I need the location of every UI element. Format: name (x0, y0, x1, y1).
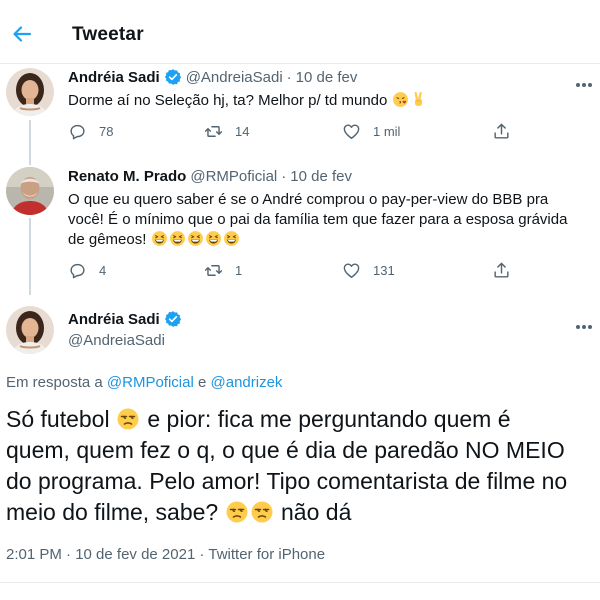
username[interactable]: @AndreiaSadi (186, 69, 283, 86)
verified-badge-icon (164, 310, 182, 328)
tweet-text-line: meio do filme, sabe? não dá (6, 497, 591, 528)
share-icon (492, 122, 511, 141)
like-count: 1 mil (373, 124, 401, 139)
grinning-squinting-face-emoji (169, 230, 186, 247)
username[interactable]: @RMPoficial (190, 168, 277, 185)
tweet-text-content: Só futebol (6, 406, 110, 432)
tweet-text-line: você! É o mínimo que o pai da família te… (68, 211, 568, 228)
like-count: 131 (373, 263, 395, 278)
avatar-image (6, 306, 54, 354)
arrow-left-icon[interactable] (10, 22, 34, 46)
mention-link[interactable]: @RMPoficial (107, 374, 194, 391)
reply-count: 78 (99, 124, 114, 139)
thread-line (29, 120, 31, 165)
share-button[interactable] (492, 261, 511, 280)
reply-icon (68, 261, 87, 280)
tweet-text-line: do programa. Pelo amor! Tipo comentarist… (6, 468, 568, 494)
divider (0, 582, 600, 583)
reply-context: Em resposta a @RMPoficial e @andrizek (6, 374, 282, 391)
mention-link[interactable]: @andrizek (211, 374, 283, 391)
avatar-image (6, 167, 54, 215)
tweet-text-line: O que eu quero saber é se o André compro… (68, 191, 549, 208)
avatar[interactable] (6, 306, 54, 354)
reply-conjunction: e (197, 374, 207, 391)
main-tweet-text: Só futebol e pior: fica me perguntando q… (6, 404, 591, 528)
grinning-squinting-face-emoji (223, 230, 240, 247)
tweet-subheader: @AndreiaSadi (68, 332, 165, 349)
tweet-text-line: Só futebol e pior: fica me perguntando q… (6, 404, 591, 435)
tweet-text: O que eu quero saber é se o André compro… (68, 190, 588, 250)
retweet-button[interactable]: 14 (204, 122, 342, 141)
reply-button[interactable]: 4 (68, 261, 204, 280)
display-name[interactable]: Andréia Sadi (68, 311, 160, 328)
grinning-squinting-face-emoji (151, 230, 168, 247)
tweet-text-content: e pior: fica me perguntando quem é (147, 406, 511, 432)
like-button[interactable]: 1 mil (342, 122, 492, 141)
tweet-text-line: de gêmeos! (68, 230, 588, 250)
more-options-icon[interactable] (576, 74, 598, 87)
separator-dot: · (281, 168, 287, 185)
kissing-face-emoji (392, 91, 409, 108)
tweet-actions: 78 14 1 mil (68, 122, 511, 141)
reply-prefix: Em resposta a (6, 374, 103, 391)
reply-count: 4 (99, 263, 107, 278)
tweet-text-content: não dá (281, 499, 352, 525)
tweet-text-line: quem, quem fez o q, o que é dia de pared… (6, 437, 565, 463)
share-icon (492, 261, 511, 280)
display-name[interactable]: Renato M. Prado (68, 168, 186, 185)
grinning-squinting-face-emoji (205, 230, 222, 247)
thread-line (29, 218, 31, 295)
unamused-face-emoji (225, 500, 249, 524)
top-bar: Tweetar (0, 0, 600, 64)
tweet-date[interactable]: 10 de fev (290, 168, 352, 185)
retweet-icon (204, 122, 223, 141)
heart-icon (342, 261, 361, 280)
tweet-text-content: meio do filme, sabe? (6, 499, 219, 525)
retweet-button[interactable]: 1 (204, 261, 342, 280)
unamused-face-emoji (116, 407, 140, 431)
heart-icon (342, 122, 361, 141)
reply-icon (68, 122, 87, 141)
tweet-timestamp[interactable]: 2:01 PM · 10 de fev de 2021 · Twitter fo… (6, 546, 325, 563)
victory-hand-emoji (410, 91, 427, 108)
avatar[interactable] (6, 167, 54, 215)
page-title: Tweetar (72, 24, 144, 45)
unamused-face-emoji (250, 500, 274, 524)
reply-button[interactable]: 78 (68, 122, 204, 141)
username[interactable]: @AndreiaSadi (68, 332, 165, 349)
tweet-header: Andréia Sadi (68, 310, 186, 328)
display-name[interactable]: Andréia Sadi (68, 69, 160, 86)
retweet-icon (204, 261, 223, 280)
avatar-image (6, 68, 54, 116)
tweet-date[interactable]: 10 de fev (296, 69, 358, 86)
more-options-icon[interactable] (576, 316, 598, 329)
tweet-actions: 4 1 131 (68, 261, 511, 280)
like-button[interactable]: 131 (342, 261, 492, 280)
tweet-text-content: de gêmeos! (68, 231, 147, 248)
share-button[interactable] (492, 122, 511, 141)
retweet-count: 1 (235, 263, 243, 278)
avatar[interactable] (6, 68, 54, 116)
tweet-header: Renato M. Prado @RMPoficial · 10 de fev (68, 168, 352, 185)
verified-badge-icon (164, 68, 182, 86)
tweet-header: Andréia Sadi @AndreiaSadi · 10 de fev (68, 68, 357, 86)
separator-dot: · (286, 68, 292, 86)
grinning-squinting-face-emoji (187, 230, 204, 247)
tweet-text-content: Dorme aí no Seleção hj, ta? Melhor p/ td… (68, 92, 388, 109)
tweet-text: Dorme aí no Seleção hj, ta? Melhor p/ td… (68, 91, 428, 111)
retweet-count: 14 (235, 124, 250, 139)
